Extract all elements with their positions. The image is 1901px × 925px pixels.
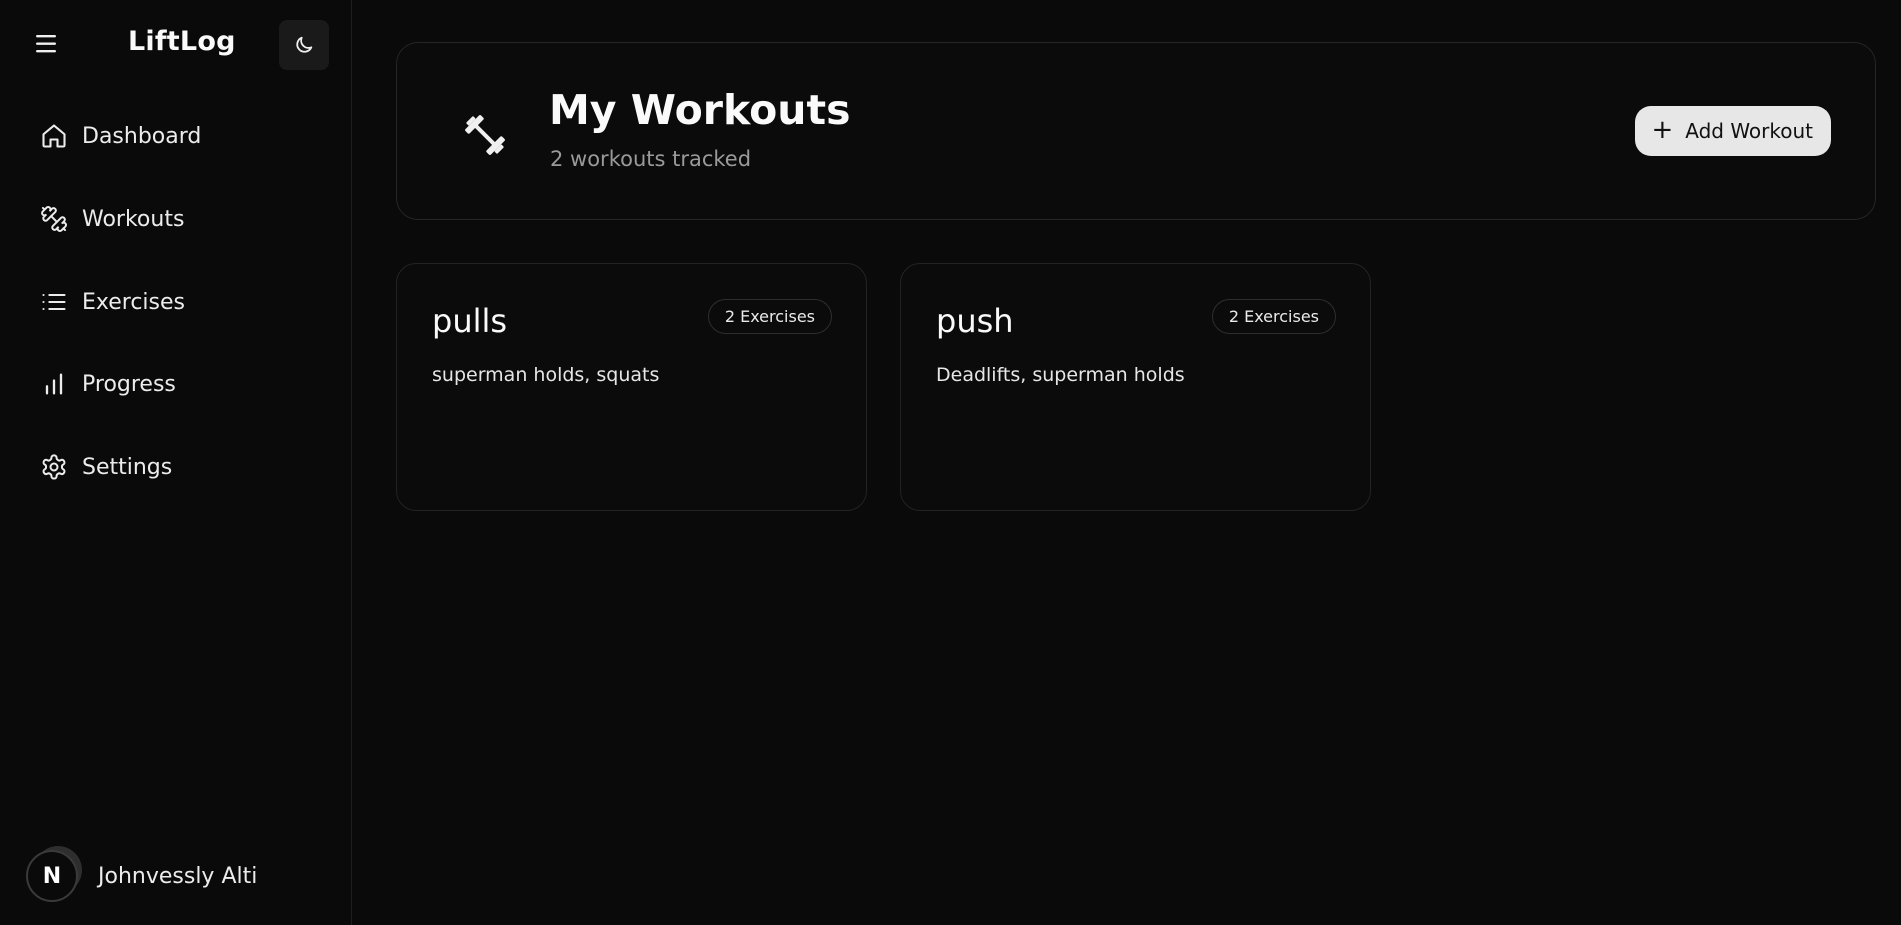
workout-name: push <box>936 302 1014 340</box>
main-content: My Workouts 2 workouts tracked + Add Wor… <box>352 0 1901 925</box>
add-workout-button[interactable]: + Add Workout <box>1635 106 1831 156</box>
sidebar-item-workouts[interactable]: Workouts <box>24 191 324 247</box>
sidebar-item-exercises[interactable]: Exercises <box>24 274 324 330</box>
sidebar-item-label: Exercises <box>82 289 186 315</box>
avatar: N <box>26 850 78 902</box>
page-header-card: My Workouts 2 workouts tracked + Add Wor… <box>396 42 1876 220</box>
home-icon <box>24 108 80 164</box>
page-title: My Workouts <box>549 86 851 134</box>
app-brand: LiftLog <box>128 26 236 57</box>
dumbbell-icon <box>24 191 80 247</box>
workout-card-push[interactable]: push 2 Exercises Deadlifts, superman hol… <box>900 263 1371 511</box>
sidebar-item-label: Dashboard <box>82 123 202 149</box>
sidebar-item-dashboard[interactable]: Dashboard <box>24 108 324 164</box>
exercise-count-badge: 2 Exercises <box>1211 299 1336 334</box>
sidebar-header: LiftLog <box>0 0 351 90</box>
bar-chart-icon <box>24 356 80 412</box>
user-name: Johnvessly Alti <box>98 863 258 889</box>
theme-toggle-button[interactable] <box>279 20 329 70</box>
menu-icon[interactable] <box>34 33 60 55</box>
list-icon <box>24 274 80 330</box>
sidebar-item-label: Progress <box>82 371 176 397</box>
gear-icon <box>24 439 80 495</box>
sidebar-item-label: Workouts <box>82 206 185 232</box>
sidebar-item-settings[interactable]: Settings <box>24 439 324 495</box>
plus-icon: + <box>1651 115 1674 145</box>
moon-icon <box>296 36 313 53</box>
add-workout-label: Add Workout <box>1685 119 1813 143</box>
sidebar-item-progress[interactable]: Progress <box>24 356 324 412</box>
app-root: LiftLog Dashboard Workouts Exercises Pro… <box>0 0 1901 925</box>
user-profile[interactable]: N Johnvessly Alti <box>26 848 326 904</box>
sidebar-item-label: Settings <box>82 454 173 480</box>
page-subtitle: 2 workouts tracked <box>550 147 752 171</box>
workout-exercises: Deadlifts, superman holds <box>936 364 1185 386</box>
workout-name: pulls <box>432 302 508 340</box>
dumbbell-icon <box>459 109 511 161</box>
workout-exercises: superman holds, squats <box>432 364 660 386</box>
workout-card-pulls[interactable]: pulls 2 Exercises superman holds, squats <box>396 263 867 511</box>
sidebar: LiftLog Dashboard Workouts Exercises Pro… <box>0 0 352 925</box>
exercise-count-badge: 2 Exercises <box>707 299 832 334</box>
